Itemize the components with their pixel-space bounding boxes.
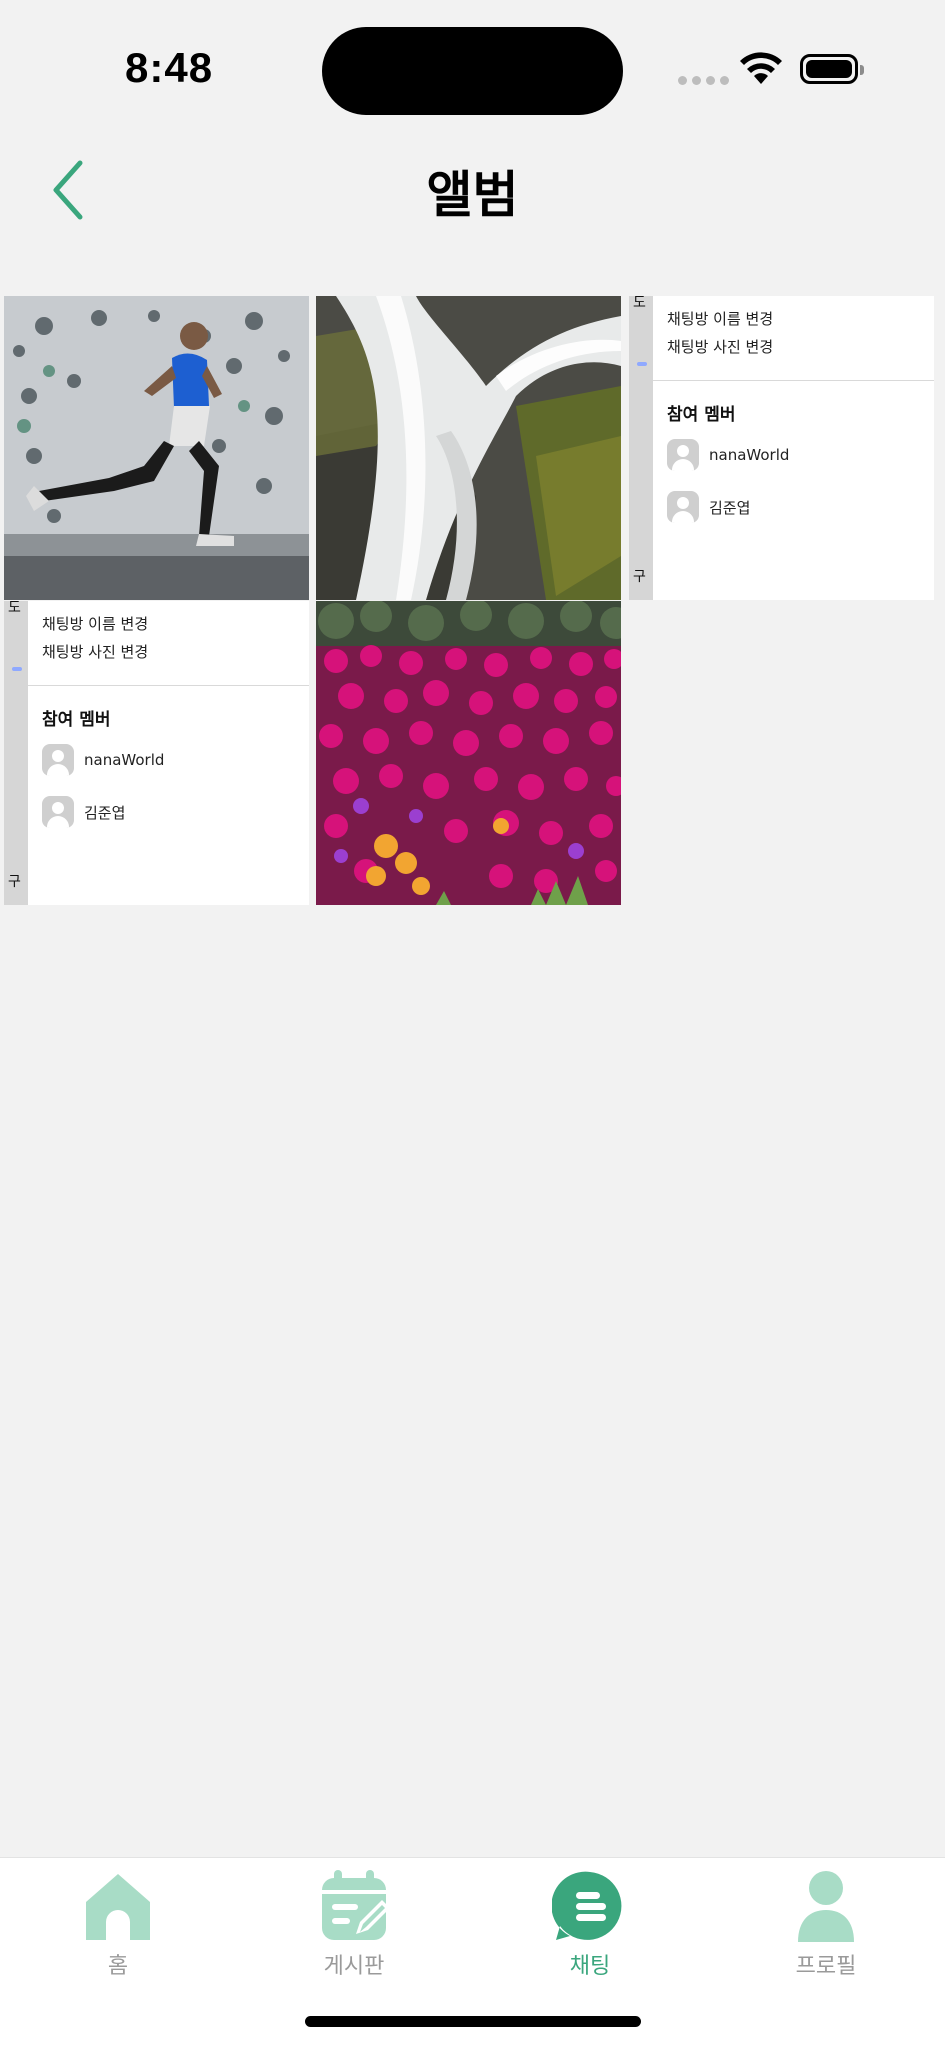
tab-home-label: 홈 (107, 1954, 129, 1979)
back-button[interactable] (40, 155, 100, 225)
member-name: nanaWorld (709, 446, 790, 464)
status-time: 8:48 (125, 44, 214, 91)
tab-profile-label: 프로필 (795, 1954, 857, 1979)
member-row: nanaWorld (42, 744, 164, 776)
waterfall-photo-image (316, 296, 621, 600)
chevron-left-icon (53, 160, 83, 220)
wifi-icon (740, 52, 782, 84)
avatar (42, 796, 74, 828)
tab-board-label: 게시판 (323, 1954, 385, 1979)
flowers-photo-image (316, 601, 621, 905)
members-title: 참여 멤버 (667, 405, 736, 425)
screenshot-edge-strip: 도 구 (629, 296, 653, 600)
screenshot-edge-text-top: 도 (8, 601, 21, 616)
menu-rename-chat: 채팅방 이름 변경 (667, 310, 774, 328)
avatar (667, 491, 699, 523)
screenshot-edge-text-bottom: 구 (8, 874, 21, 890)
tab-profile[interactable]: 프로필 (746, 1868, 906, 1988)
album-photo-chat-screenshot[interactable]: 도 구 채팅방 이름 변경 채팅방 사진 변경 참여 멤버 nanaWorld … (4, 601, 309, 905)
album-photo-flowers[interactable] (316, 601, 621, 905)
chat-settings-screenshot: 도 구 채팅방 이름 변경 채팅방 사진 변경 참여 멤버 nanaWorld … (629, 296, 934, 600)
tab-chat-label: 채팅 (569, 1954, 611, 1979)
album-photo-runner[interactable] (4, 296, 309, 600)
home-icon (86, 1874, 150, 1940)
members-title: 참여 멤버 (42, 710, 111, 730)
battery-icon (800, 54, 864, 84)
divider (653, 380, 934, 381)
screenshot-edge-strip: 도 구 (4, 601, 28, 905)
album-photo-waterfall[interactable] (316, 296, 621, 600)
member-row: nanaWorld (667, 439, 789, 471)
tab-home[interactable]: 홈 (38, 1868, 198, 1988)
cellular-signal-icon (678, 76, 729, 85)
member-row: 김준엽 (42, 796, 125, 828)
dynamic-island (322, 27, 623, 115)
menu-change-chat-photo: 채팅방 사진 변경 (667, 338, 774, 356)
screenshot-edge-text-top: 도 (633, 296, 646, 311)
runner-photo-image (4, 296, 309, 600)
avatar (667, 439, 699, 471)
member-name: 김준엽 (84, 803, 126, 822)
status-bar: 8:48 (0, 0, 945, 140)
screenshot-edge-text-bottom: 구 (633, 569, 646, 585)
tab-board[interactable]: 게시판 (274, 1868, 434, 1988)
home-indicator (305, 2016, 641, 2027)
chat-icon (552, 1871, 622, 1940)
profile-icon (798, 1871, 854, 1942)
divider (28, 685, 309, 686)
board-icon (322, 1870, 390, 1940)
tab-chat[interactable]: 채팅 (510, 1868, 670, 1988)
member-row: 김준엽 (667, 491, 750, 523)
menu-change-chat-photo: 채팅방 사진 변경 (42, 643, 149, 661)
album-photo-chat-screenshot[interactable]: 도 구 채팅방 이름 변경 채팅방 사진 변경 참여 멤버 nanaWorld … (629, 296, 934, 600)
member-name: nanaWorld (84, 751, 165, 769)
member-name: 김준엽 (709, 498, 751, 517)
chat-settings-screenshot: 도 구 채팅방 이름 변경 채팅방 사진 변경 참여 멤버 nanaWorld … (4, 601, 309, 905)
menu-rename-chat: 채팅방 이름 변경 (42, 615, 149, 633)
page-title: 앨범 (426, 166, 519, 224)
avatar (42, 744, 74, 776)
